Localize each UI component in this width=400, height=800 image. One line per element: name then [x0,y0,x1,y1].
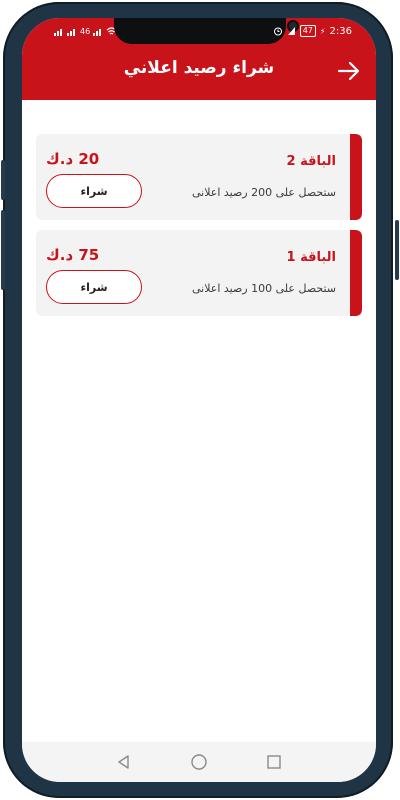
package-description: ستحصل على 200 رصيد اعلانى [191,186,336,199]
phone-side-button [1,160,5,200]
back-triangle-icon [118,755,129,769]
status-time: 2:36 [329,25,352,37]
battery-icon: 47 [299,25,316,37]
page-title: شراء رصيد اعلاني [123,58,275,78]
status-bar-left: 46 [54,24,117,38]
system-nav-bar [22,742,376,782]
nav-recents-button[interactable] [262,750,286,774]
package-name: الباقة 1 [286,250,337,265]
buy-button[interactable]: شراء [46,174,142,208]
charging-icon: ⚡ [319,26,326,36]
app-screen: 46 47 ⚡ 2:36 شراء رصيد اعلاني الباقة 2 س… [22,18,376,782]
card-accent-bar [350,134,362,220]
signal-icon [54,27,64,36]
network-type-label: 46 [80,26,91,36]
home-circle-icon [191,754,207,770]
phone-side-button [395,220,399,280]
buy-button[interactable]: شراء [46,270,142,304]
camera-notch [114,18,299,44]
card-accent-bar [350,230,362,316]
package-price: 75 د.ك [46,246,100,264]
package-card: الباقة 2 ستحصل على 200 رصيد اعلانى 20 د.… [36,134,362,220]
signal-icon [93,27,103,36]
nav-back-button[interactable] [112,750,136,774]
package-price: 20 د.ك [46,150,100,168]
phone-side-button [1,210,5,290]
status-bar-right: 47 ⚡ 2:36 [273,24,352,38]
app-header: 46 47 ⚡ 2:36 شراء رصيد اعلاني [22,18,376,100]
package-card: الباقة 1 ستحصل على 100 رصيد اعلانى 75 د.… [36,230,362,316]
signal-icon [67,27,77,36]
recents-square-icon [267,755,281,769]
arrow-right-icon [337,61,360,81]
alarm-icon [273,27,282,36]
package-description: ستحصل على 100 رصيد اعلانى [191,282,336,295]
packages-list: الباقة 2 ستحصل على 200 رصيد اعلانى 20 د.… [22,100,376,742]
package-name: الباقة 2 [286,154,337,169]
back-button[interactable] [336,60,362,82]
nav-home-button[interactable] [187,750,211,774]
signal-strength-icon [287,27,295,35]
